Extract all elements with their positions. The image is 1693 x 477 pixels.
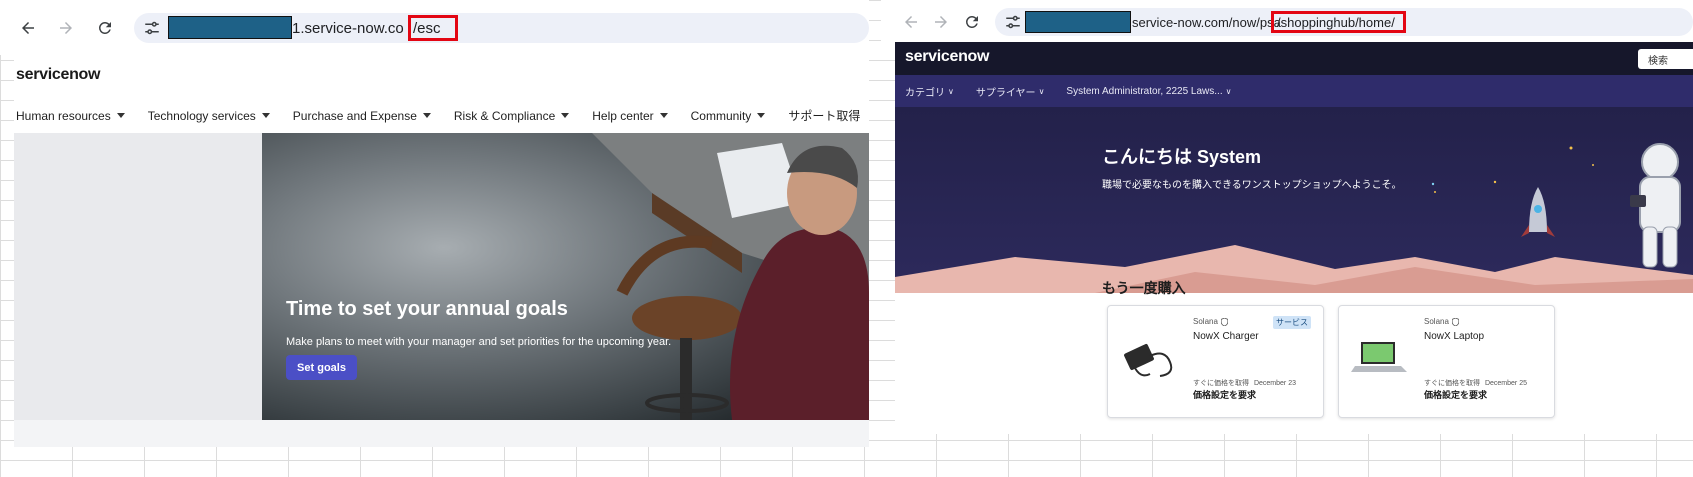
servicenow-logo[interactable]: servicenow	[905, 48, 989, 66]
forward-button[interactable]	[52, 14, 80, 42]
arrow-left-icon	[22, 22, 34, 34]
hero-greeting: こんにちは System	[1102, 147, 1262, 167]
vendor-label: Solana	[1193, 317, 1228, 326]
service-badge: サービス	[1273, 316, 1311, 329]
hero-image: Time to set your annual goals Make plans…	[262, 133, 869, 420]
price-note: すぐに価格を取得 December 23	[1193, 378, 1296, 388]
arrow-right-icon	[935, 16, 947, 28]
shopping-hub-nav-item[interactable]: System Administrator, 2225 Laws... ∨	[1066, 86, 1231, 97]
set-goals-button[interactable]: Set goals	[286, 355, 357, 380]
caret-down-icon	[116, 113, 125, 118]
redacted-url-part	[168, 16, 292, 39]
product-card[interactable]: Solana NowX Charger サービス すぐに価格を取得 Decemb…	[1107, 305, 1324, 418]
esc-nav-label: Technology services	[147, 108, 256, 123]
esc-nav-label: Human resources	[16, 108, 111, 123]
reload-button[interactable]	[91, 14, 119, 42]
vendor-label: Solana	[1424, 317, 1459, 326]
price-note-label: すぐに価格を取得	[1424, 380, 1480, 387]
search-input[interactable]: 検索	[1638, 49, 1693, 69]
product-card[interactable]: Solana NowX Laptop すぐに価格を取得 December 25 …	[1338, 305, 1555, 418]
shopping-hub-nav-item[interactable]: サプライヤー ∨	[976, 84, 1045, 99]
right-forward-button[interactable]	[927, 8, 955, 36]
reload-icon	[98, 21, 111, 34]
buy-again-title: もう一度購入	[1102, 280, 1186, 296]
caret-down-icon	[659, 113, 668, 118]
esc-nav-label: Community	[690, 108, 752, 123]
price-note-label: すぐに価格を取得	[1193, 380, 1249, 387]
hero-gray-panel	[14, 133, 262, 420]
arrow-left-icon	[905, 16, 917, 28]
esc-nav-item[interactable]: Help center	[592, 107, 668, 124]
right-url-text[interactable]: service-now.com/now/psa	[1132, 15, 1281, 30]
esc-nav-label: Help center	[592, 108, 654, 123]
esc-nav-item[interactable]: Risk & Compliance	[453, 107, 570, 124]
shield-icon	[1220, 317, 1228, 326]
chevron-down-icon: ∨	[948, 86, 954, 96]
back-button[interactable]	[14, 14, 42, 42]
hero-subtitle: Make plans to meet with your manager and…	[286, 336, 672, 348]
shield-icon	[1451, 317, 1459, 326]
price-note-date: December 23	[1253, 380, 1296, 387]
right-reload-button[interactable]	[958, 8, 986, 36]
esc-nav-label: Risk & Compliance	[453, 108, 556, 123]
url-text[interactable]: 1.service-now.co	[292, 20, 404, 37]
shopping-hub-nav: カテゴリ ∨ サプライヤー ∨ System Administrator, 2225 L…	[895, 75, 1693, 107]
servicenow-logo[interactable]: servicenow	[16, 66, 100, 84]
price-note: すぐに価格を取得 December 25	[1424, 378, 1527, 388]
price-note-date: December 25	[1484, 380, 1527, 387]
shopping-hub-nav-label: サプライヤー	[975, 87, 1036, 99]
esc-nav-item[interactable]: Purchase and Expense	[293, 107, 431, 124]
vendor-name: Solana	[1193, 317, 1218, 326]
esc-nav-item[interactable]: Technology services	[148, 107, 270, 124]
product-name[interactable]: NowX Charger	[1193, 331, 1259, 342]
esc-nav-label: Purchase and Expense	[292, 108, 417, 123]
right-url-highlight-text: /shoppinghub/home/	[1277, 15, 1395, 30]
shopping-hub-page: servicenow 検索 カテゴリ ∨ サプライヤー ∨ System Adminis…	[895, 42, 1693, 434]
caret-down-icon	[422, 113, 431, 118]
caret-down-icon	[261, 113, 270, 118]
site-settings-icon[interactable]	[143, 19, 161, 37]
shopping-hub-nav-item[interactable]: カテゴリ ∨	[905, 84, 954, 99]
esc-portal-page: servicenow Human resources Technology ser…	[14, 55, 869, 447]
hero-title: Time to set your annual goals	[286, 298, 568, 320]
chevron-down-icon: ∨	[1038, 86, 1045, 96]
shopping-hub-header: servicenow 検索	[895, 42, 1693, 75]
redacted-url-part	[1025, 11, 1131, 33]
product-name[interactable]: NowX Laptop	[1424, 331, 1484, 342]
esc-nav-item[interactable]: Community	[691, 107, 766, 124]
esc-nav-item[interactable]: サポート取得	[788, 107, 860, 124]
chevron-down-icon: ∨	[1225, 86, 1232, 96]
right-back-button[interactable]	[897, 8, 925, 36]
vendor-name: Solana	[1424, 317, 1449, 326]
charger-image	[1124, 344, 1173, 377]
request-pricing-link[interactable]: 価格設定を要求	[1424, 388, 1487, 401]
laptop-image	[1351, 342, 1407, 372]
hero-welcome-text: 職場で必要なものを購入できるワンストップショップへようこそ。	[1102, 180, 1402, 191]
page-footer-strip	[14, 420, 869, 447]
arrow-right-icon	[60, 22, 72, 34]
space-illustration	[895, 143, 1693, 293]
caret-down-icon	[757, 113, 766, 118]
site-settings-icon[interactable]	[1004, 13, 1022, 31]
esc-nav-label: サポート取得	[788, 109, 861, 123]
url-highlight-text: /esc	[413, 20, 441, 37]
esc-main-nav: Human resources Technology services Purcha…	[16, 107, 869, 124]
request-pricing-link[interactable]: 価格設定を要求	[1193, 388, 1256, 401]
reload-icon	[965, 15, 978, 28]
shopping-hub-nav-label: カテゴリ	[905, 87, 945, 99]
shopping-hub-hero: こんにちは System 職場で必要なものを購入できるワンストップショップへよう…	[895, 107, 1693, 293]
caret-down-icon	[561, 113, 570, 118]
shopping-hub-nav-label: System Administrator, 2225 Laws...	[1066, 85, 1223, 97]
esc-nav-item[interactable]: Human resources	[16, 107, 125, 124]
